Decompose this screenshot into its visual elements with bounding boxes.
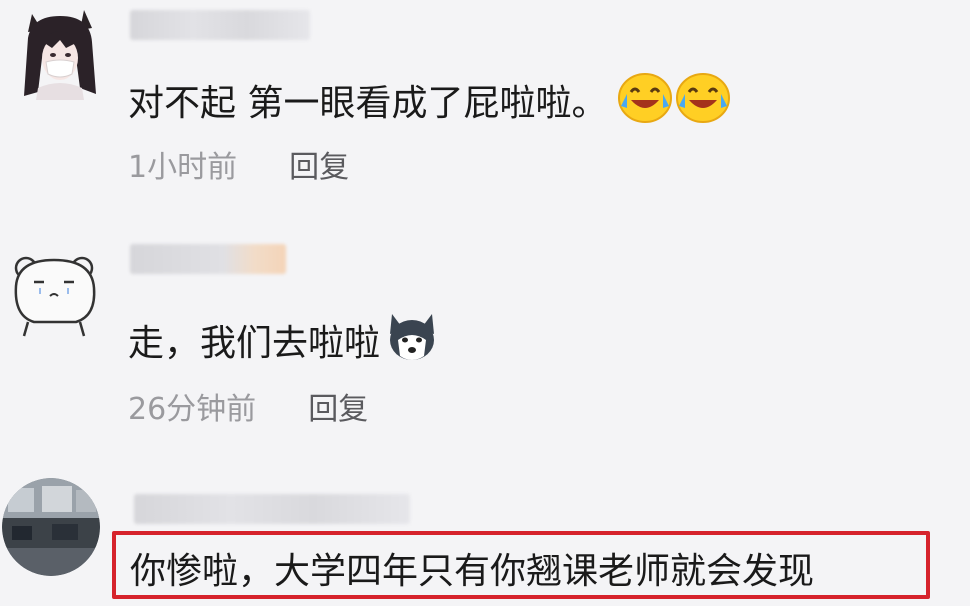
husky-icon — [384, 310, 440, 377]
bear-sketch-avatar-icon — [6, 246, 102, 340]
user-avatar[interactable] — [18, 8, 100, 100]
comment-meta: 1小时前 回复 — [128, 142, 349, 186]
user-avatar[interactable] — [6, 246, 102, 340]
comment-text-content: 走，我们去啦啦 — [128, 322, 381, 364]
anime-girl-avatar-icon — [18, 8, 100, 100]
comment-timestamp: 26分钟前 — [128, 392, 257, 427]
comment-timestamp: 1小时前 — [128, 150, 238, 185]
laugh-cry-icon — [617, 72, 673, 135]
comment-item: 对不起 第一眼看成了屁啦啦。 1小时前 回复 — [0, 0, 970, 200]
reply-button[interactable]: 回复 — [308, 384, 368, 428]
office-photo-avatar-icon — [2, 478, 100, 576]
laugh-cry-icon — [675, 72, 731, 135]
comment-text: 走，我们去啦啦 — [128, 310, 440, 377]
user-avatar[interactable] — [2, 478, 100, 576]
username[interactable] — [130, 244, 286, 274]
reply-button[interactable]: 回复 — [289, 142, 349, 186]
comment-text-content: 对不起 第一眼看成了屁啦啦。 — [128, 82, 608, 124]
comment-text: 对不起 第一眼看成了屁啦啦。 — [128, 72, 731, 135]
username[interactable] — [130, 10, 310, 40]
comment-item: 走，我们去啦啦 26分钟前 回复 — [0, 236, 970, 436]
comment-meta: 26分钟前 回复 — [128, 384, 368, 428]
highlight-box — [112, 531, 930, 599]
username[interactable] — [134, 494, 410, 524]
